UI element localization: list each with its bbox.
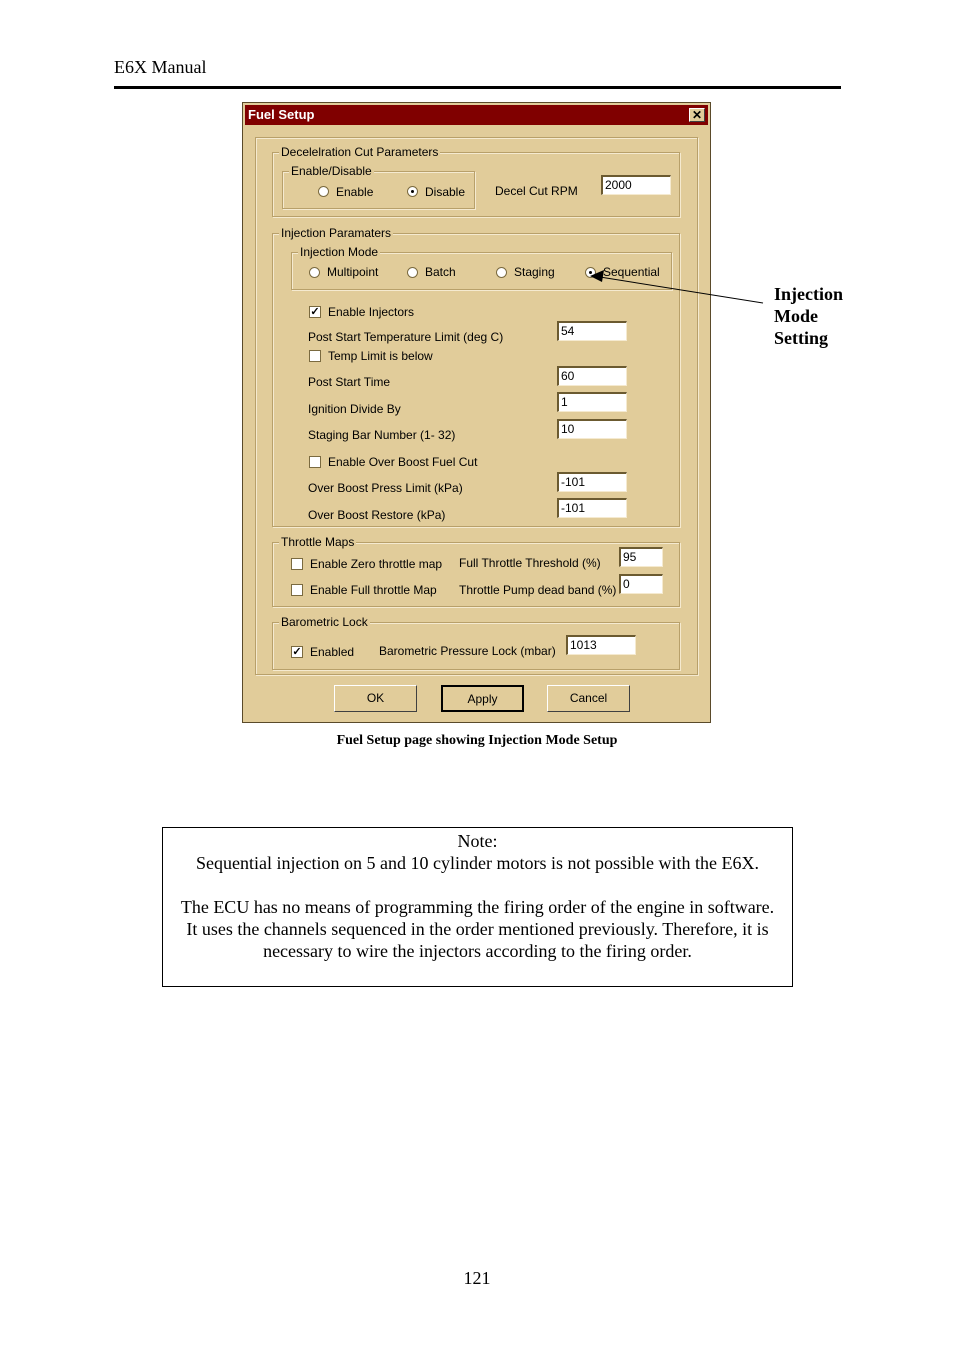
injection-params-group: Injection Paramaters Injection Mode Mult… [272,226,680,527]
full-throttle-map-label: Enable Full throttle Map [310,583,437,597]
cancel-button[interactable]: Cancel [547,685,630,712]
apply-button[interactable]: Apply [441,685,524,712]
dialog-content-frame: Decelelration Cut Parameters Enable/Disa… [255,137,698,675]
note-title: Note: [457,831,498,851]
ignition-divide-input[interactable]: 1 [557,392,627,412]
over-boost-cut-checkbox[interactable] [309,456,321,468]
note-line-1: Sequential injection on 5 and 10 cylinde… [196,853,759,873]
zero-throttle-map-label: Enable Zero throttle map [310,557,443,571]
full-throttle-threshold-label: Full Throttle Threshold (%) [459,556,601,570]
decel-cut-rpm-label: Decel Cut RPM [495,184,578,198]
callout-line-2: Mode [774,306,818,326]
full-throttle-map-checkbox[interactable] [291,584,303,596]
close-button[interactable]: ✕ [689,108,705,122]
over-boost-limit-label: Over Boost Press Limit (kPa) [308,481,463,495]
temp-limit-below-checkbox[interactable] [309,350,321,362]
note-box: Note: Sequential injection on 5 and 10 c… [162,827,793,987]
radio-sequential[interactable] [585,267,596,278]
close-icon: ✕ [691,108,703,122]
note-spacer [163,874,792,896]
dialog-titlebar: Fuel Setup ✕ [245,105,708,125]
throttle-maps-group-label: Throttle Maps [279,535,357,549]
radio-staging[interactable] [496,267,507,278]
injection-params-group-label: Injection Paramaters [279,226,394,240]
radio-batch-label: Batch [425,265,456,279]
header-rule [114,86,841,89]
post-start-temp-label: Post Start Temperature Limit (deg C) [308,330,504,344]
injection-mode-group: Injection Mode Multipoint Batch Staging … [291,245,672,290]
over-boost-restore-label: Over Boost Restore (kPa) [308,508,446,522]
enable-disable-group: Enable/Disable Enable Disable [282,164,475,209]
dialog-title: Fuel Setup [248,107,315,122]
page-header: E6X Manual [114,57,207,77]
post-start-time-input[interactable]: 60 [557,366,627,386]
enable-disable-label: Enable/Disable [289,164,374,178]
throttle-pump-deadband-label: Throttle Pump dead band (%) [459,583,617,597]
staging-bar-label: Staging Bar Number (1- 32) [308,428,456,442]
radio-multipoint[interactable] [309,267,320,278]
note-paragraph-2: The ECU has no means of programming the … [180,897,775,961]
throttle-pump-deadband-input[interactable]: 0 [619,574,663,594]
enable-injectors-label: Enable Injectors [328,305,415,319]
decel-cut-group-label: Decelelration Cut Parameters [279,145,441,159]
radio-multipoint-label: Multipoint [327,265,379,279]
radio-decel-disable[interactable] [407,186,418,197]
radio-decel-enable-label: Enable [336,185,374,199]
barometric-lock-group: Barometric Lock ✓ Enabled Barometric Pre… [272,615,680,670]
post-start-time-label: Post Start Time [308,375,391,389]
ignition-divide-label: Ignition Divide By [308,402,401,416]
barometric-lock-group-label: Barometric Lock [279,615,370,629]
ok-button[interactable]: OK [334,685,417,712]
radio-decel-disable-label: Disable [425,185,466,199]
throttle-maps-group: Throttle Maps Enable Zero throttle map E… [272,535,680,607]
temp-limit-below-label: Temp Limit is below [328,349,433,363]
over-boost-cut-label: Enable Over Boost Fuel Cut [328,455,478,469]
enable-injectors-checkbox[interactable]: ✓ [309,306,321,318]
page-number: 121 [463,1268,491,1288]
fuel-setup-dialog: Fuel Setup ✕ Decelelration Cut Parameter… [242,102,711,723]
radio-sequential-label: Sequential [603,265,660,279]
injection-mode-group-label: Injection Mode [298,245,381,259]
radio-decel-enable[interactable] [318,186,329,197]
decel-cut-rpm-input[interactable]: 2000 [601,175,671,195]
decel-cut-group: Decelelration Cut Parameters Enable/Disa… [272,145,680,217]
over-boost-restore-input[interactable]: -101 [557,498,627,518]
post-start-temp-input[interactable]: 54 [557,321,627,341]
baro-lock-input[interactable]: 1013 [566,635,636,655]
radio-staging-label: Staging [514,265,555,279]
callout-line-1: Injection [774,284,843,304]
full-throttle-threshold-input[interactable]: 95 [619,547,663,567]
over-boost-limit-input[interactable]: -101 [557,472,627,492]
baro-lock-label: Barometric Pressure Lock (mbar) [379,644,556,658]
radio-batch[interactable] [407,267,418,278]
zero-throttle-map-checkbox[interactable] [291,558,303,570]
injection-mode-callout: Injection Mode Setting [774,283,843,349]
staging-bar-input[interactable]: 10 [557,419,627,439]
baro-enabled-checkbox[interactable]: ✓ [291,646,303,658]
baro-enabled-label: Enabled [310,645,355,659]
figure-caption: Fuel Setup page showing Injection Mode S… [336,733,618,748]
callout-line-3: Setting [774,328,828,348]
